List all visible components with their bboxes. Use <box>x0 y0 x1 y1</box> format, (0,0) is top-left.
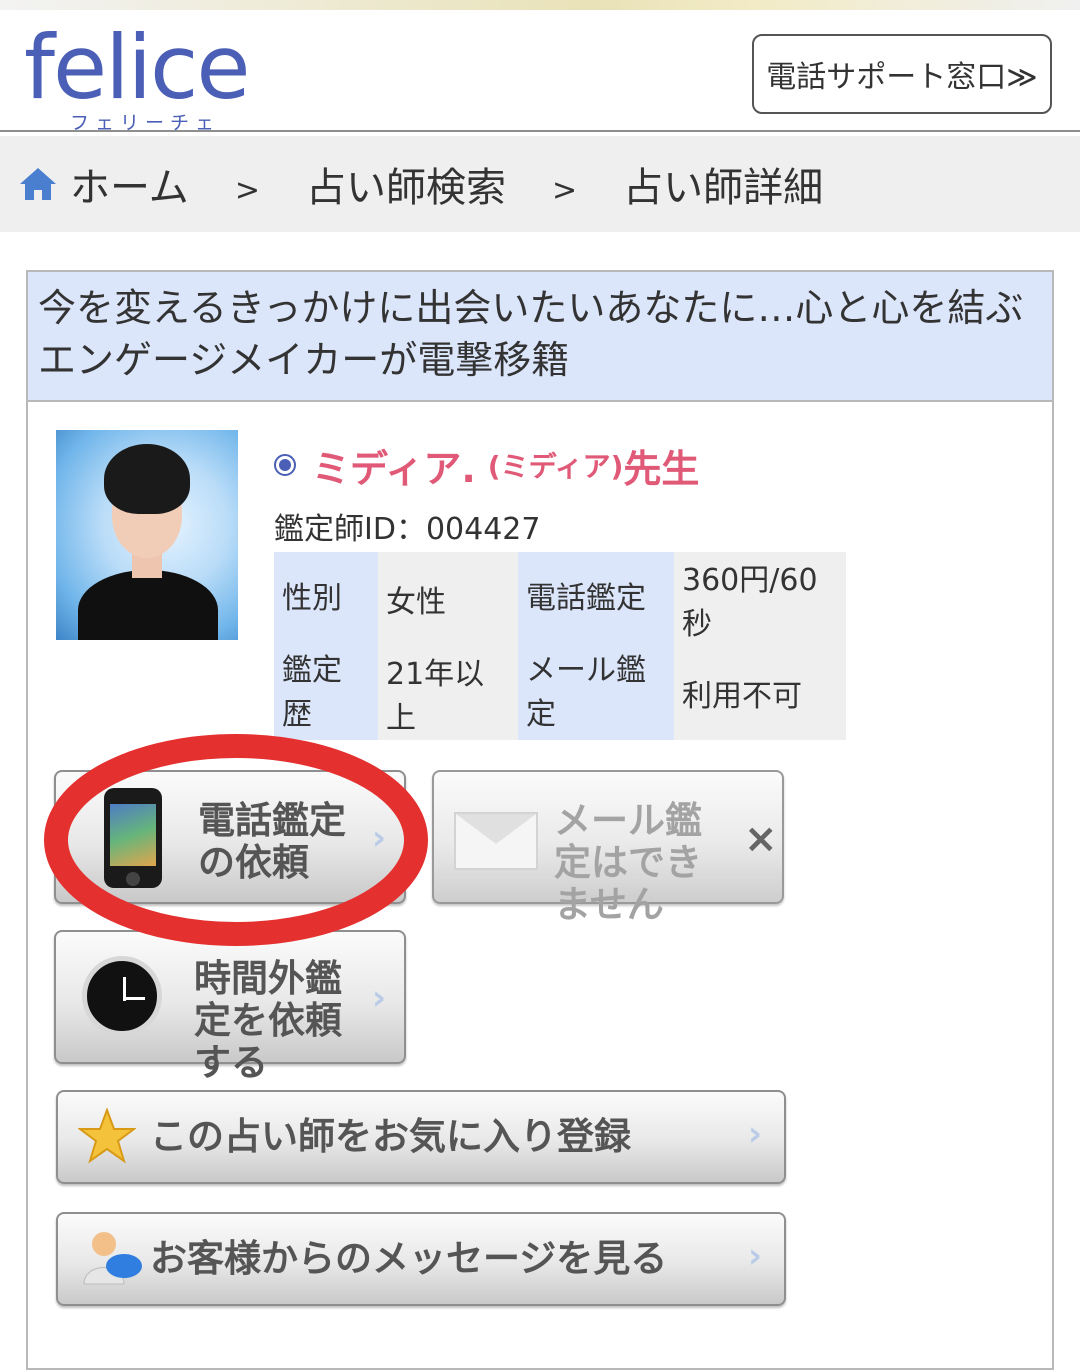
profile-spec-table: 性別 女性 電話鑑定 360円/60秒 鑑定歴 21年以上 メール鑑定 利用不可 <box>274 552 846 740</box>
name-kana: (ミディア) <box>487 450 624 483</box>
fortune-teller-portrait <box>56 430 238 640</box>
breadcrumb-separator: > <box>234 172 260 208</box>
clock-icon <box>82 956 162 1036</box>
mail-unavailable-label: メール鑑定はできません <box>554 799 702 926</box>
smartphone-icon <box>104 788 162 888</box>
top-accent-bar <box>0 0 1080 10</box>
add-favorite-button[interactable]: この占い師をお気に入り登録 › <box>56 1090 786 1184</box>
breadcrumb-fortune-teller-detail: 占い師詳細 <box>623 165 824 211</box>
chevron-right-icon: › <box>372 818 387 858</box>
site-header: felice フェリーチェ 電話サポート窓口≫ <box>0 10 1080 135</box>
chevron-right-icon: › <box>748 1236 763 1276</box>
history-label: 鑑定歴 <box>274 646 378 740</box>
logo-text: felice <box>24 16 251 119</box>
view-messages-button[interactable]: お客様からのメッセージを見る › <box>56 1212 786 1306</box>
fortune-teller-name: ミディア. (ミディア) 先生 <box>274 440 700 491</box>
envelope-icon <box>454 812 538 870</box>
mail-value: 利用不可 <box>674 646 846 740</box>
phone-request-button[interactable]: 電話鑑定の依頼 › <box>54 770 406 904</box>
close-icon: × <box>744 816 778 862</box>
profile-headline: 今を変えるきっかけに出会いたいあなたに…心と心を結ぶエンゲージメイカーが電撃移籍 <box>28 272 1052 402</box>
phone-rate-label: 電話鑑定 <box>518 552 674 646</box>
name-main: ミディア. <box>312 446 476 491</box>
mail-unavailable-button: メール鑑定はできません × <box>432 770 784 926</box>
phone-support-button[interactable]: 電話サポート窓口≫ <box>752 34 1052 114</box>
add-favorite-label: この占い師をお気に入り登録 <box>150 1115 631 1158</box>
logo-subtext: フェリーチェ <box>70 112 221 134</box>
gender-value: 女性 <box>378 552 518 646</box>
home-icon[interactable] <box>18 166 58 202</box>
history-value: 21年以上 <box>378 646 518 740</box>
breadcrumb-fortune-teller-search[interactable]: 占い師検索 <box>306 155 506 213</box>
star-icon <box>78 1108 136 1164</box>
fortune-teller-id: 鑑定師ID：004427 <box>274 512 541 547</box>
breadcrumb-home[interactable]: ホーム <box>70 155 189 213</box>
breadcrumb: ホーム > 占い師検索 > 占い師詳細 <box>0 136 1080 232</box>
gender-label: 性別 <box>274 552 378 646</box>
name-suffix: 先生 <box>623 446 700 491</box>
chevron-right-icon: › <box>372 978 387 1018</box>
off-hours-request-label: 時間外鑑定を依頼する <box>194 957 342 1084</box>
felice-logo[interactable]: felice フェリーチェ <box>24 20 251 135</box>
breadcrumb-separator: > <box>551 172 578 208</box>
user-message-icon <box>83 1232 142 1285</box>
chevron-right-icon: › <box>748 1114 763 1154</box>
off-hours-request-button[interactable]: 時間外鑑定を依頼する › <box>54 930 406 1084</box>
mail-label: メール鑑定 <box>518 646 674 740</box>
view-messages-label: お客様からのメッセージを見る <box>150 1237 668 1280</box>
phone-rate-value: 360円/60秒 <box>674 552 846 646</box>
phone-request-label: 電話鑑定の依頼 <box>198 799 346 884</box>
status-dot-icon <box>274 454 296 476</box>
